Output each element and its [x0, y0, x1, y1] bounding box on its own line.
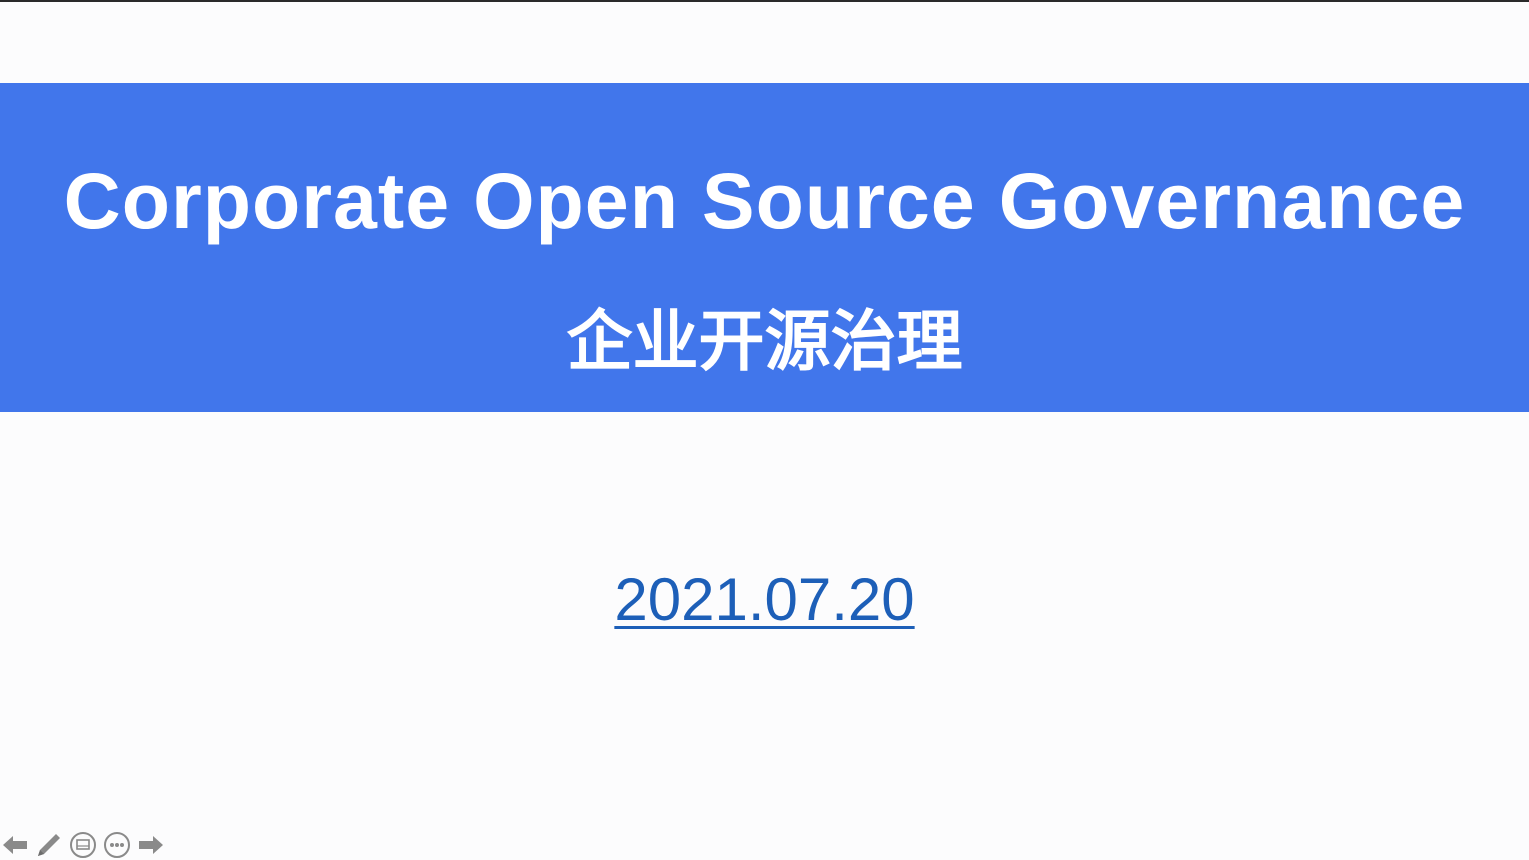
- more-options-icon: [104, 832, 130, 858]
- slide-title-chinese: 企业开源治理: [566, 303, 963, 380]
- arrow-left-icon: [3, 836, 27, 854]
- more-options-button[interactable]: [102, 830, 132, 860]
- arrow-right-icon: [139, 836, 163, 854]
- date-link[interactable]: 2021.07.20: [614, 566, 914, 633]
- slide-view-icon: [70, 832, 96, 858]
- presentation-slide: Corporate Open Source Governance 企业开源治理 …: [0, 0, 1529, 860]
- pen-icon: [38, 834, 60, 856]
- window-top-edge: [0, 0, 1529, 2]
- slideshow-controls: [0, 830, 166, 860]
- slide-title-english: Corporate Open Source Governance: [63, 156, 1466, 245]
- next-slide-button[interactable]: [136, 830, 166, 860]
- date-container: 2021.07.20: [0, 565, 1529, 635]
- slide-view-button[interactable]: [68, 830, 98, 860]
- pen-tool-button[interactable]: [34, 830, 64, 860]
- previous-slide-button[interactable]: [0, 830, 30, 860]
